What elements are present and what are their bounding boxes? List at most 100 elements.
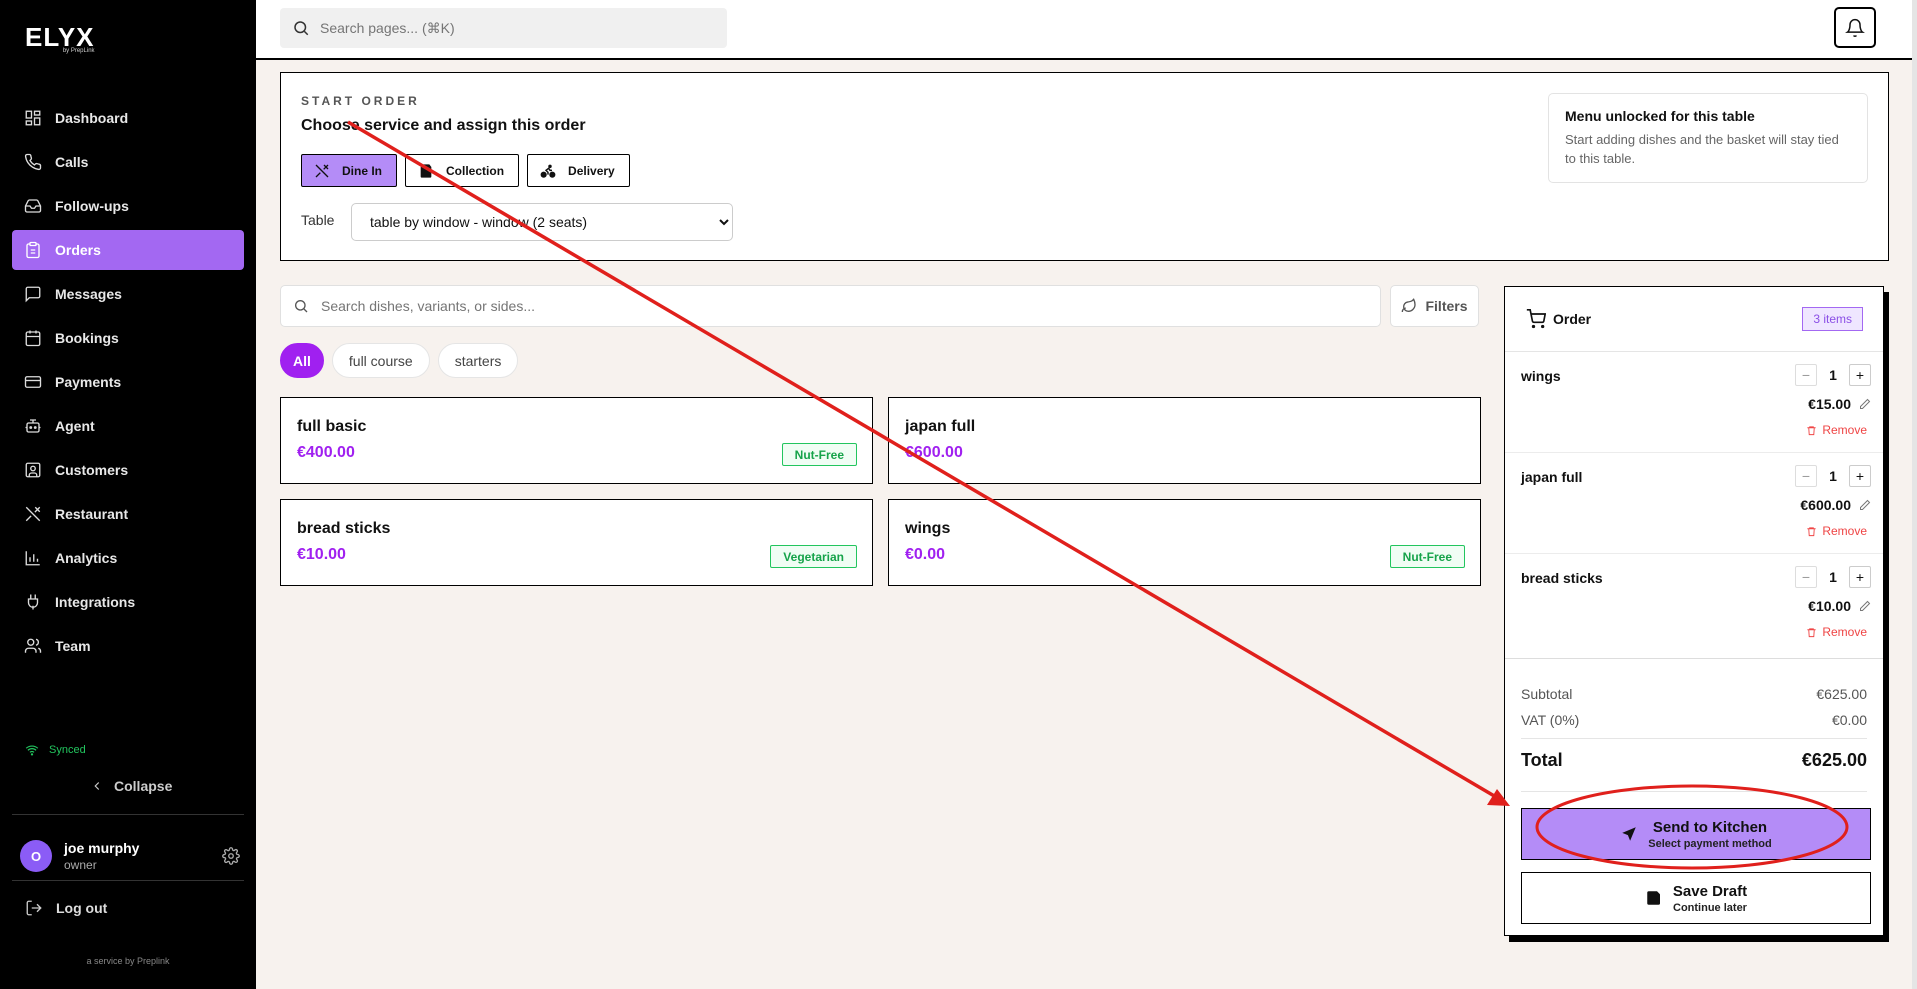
sidebar-item-label: Follow-ups bbox=[55, 198, 129, 214]
sidebar-item-label: Team bbox=[55, 638, 91, 654]
dish-card[interactable]: japan full €600.00 bbox=[888, 397, 1481, 484]
dashboard-icon bbox=[25, 110, 41, 126]
increase-button[interactable]: + bbox=[1849, 364, 1871, 386]
pencil-icon[interactable] bbox=[1859, 600, 1871, 612]
user-profile[interactable]: O joe murphy owner bbox=[20, 840, 240, 872]
logout-button[interactable]: Log out bbox=[25, 899, 107, 917]
notifications-button[interactable] bbox=[1834, 7, 1876, 48]
subtotal-label: Subtotal bbox=[1521, 686, 1573, 702]
user-role: owner bbox=[64, 858, 97, 872]
sidebar-item-customers[interactable]: Customers bbox=[12, 450, 244, 490]
line-name: japan full bbox=[1521, 469, 1583, 485]
service-dine-in-button[interactable]: Dine In bbox=[301, 154, 398, 187]
dish-search-input[interactable] bbox=[321, 298, 1321, 314]
sidebar-item-label: Payments bbox=[55, 374, 122, 390]
collapse-label: Collapse bbox=[114, 778, 173, 794]
gear-icon[interactable] bbox=[222, 847, 240, 865]
dish-name: full basic bbox=[297, 418, 367, 435]
sidebar-item-payments[interactable]: Payments bbox=[12, 362, 244, 402]
sidebar-item-analytics[interactable]: Analytics bbox=[12, 538, 244, 578]
service-delivery-button[interactable]: Delivery bbox=[527, 154, 630, 187]
order-line: wings − 1 + €15.00 Remove bbox=[1505, 352, 1883, 453]
service-collection-button[interactable]: Collection bbox=[405, 154, 520, 187]
page-search[interactable] bbox=[280, 8, 727, 48]
item-count-badge: 3 items bbox=[1802, 307, 1863, 331]
remove-label: Remove bbox=[1822, 625, 1867, 639]
vat-row: VAT (0%) €0.00 bbox=[1521, 712, 1867, 728]
scrollbar[interactable] bbox=[1912, 0, 1917, 989]
search-icon bbox=[295, 300, 308, 313]
quantity-stepper: − 1 + bbox=[1795, 364, 1871, 386]
sidebar-item-calls[interactable]: Calls bbox=[12, 142, 244, 182]
dish-card[interactable]: bread sticks €10.00 Vegetarian bbox=[280, 499, 873, 586]
bike-icon bbox=[540, 164, 556, 178]
remove-button[interactable]: Remove bbox=[1806, 423, 1867, 437]
line-price[interactable]: €10.00 bbox=[1808, 598, 1871, 614]
decrease-button[interactable]: − bbox=[1795, 566, 1817, 588]
robot-icon bbox=[25, 419, 41, 433]
category-chip-full-course[interactable]: full course bbox=[331, 343, 430, 378]
send-to-kitchen-text: Send to Kitchen Select payment method bbox=[1648, 819, 1771, 850]
user-info: joe murphy owner bbox=[64, 840, 139, 872]
dish-card[interactable]: wings €0.00 Nut-Free bbox=[888, 499, 1481, 586]
save-icon bbox=[1647, 891, 1660, 905]
bag-icon bbox=[420, 163, 432, 178]
table-select[interactable]: table by window - window (2 seats) bbox=[351, 203, 733, 241]
filters-button[interactable]: Filters bbox=[1390, 285, 1479, 327]
sidebar-item-bookings[interactable]: Bookings bbox=[12, 318, 244, 358]
line-price[interactable]: €15.00 bbox=[1808, 396, 1871, 412]
service-selector: Dine In Collection Delivery bbox=[301, 154, 638, 187]
sidebar-item-team[interactable]: Team bbox=[12, 626, 244, 666]
collapse-button[interactable]: Collapse bbox=[90, 778, 172, 794]
dietary-badge: Nut-Free bbox=[1389, 545, 1465, 568]
send-to-kitchen-button[interactable]: Send to Kitchen Select payment method bbox=[1521, 808, 1871, 860]
message-icon bbox=[25, 286, 41, 303]
sidebar-item-agent[interactable]: Agent bbox=[12, 406, 244, 446]
page-search-input[interactable] bbox=[320, 20, 700, 36]
send-to-kitchen-label: Send to Kitchen bbox=[1652, 818, 1768, 836]
trash-icon bbox=[1807, 526, 1816, 536]
category-chip-all[interactable]: All bbox=[280, 343, 324, 378]
dish-name: wings bbox=[905, 520, 951, 537]
pencil-icon[interactable] bbox=[1859, 499, 1871, 511]
decrease-button[interactable]: − bbox=[1795, 364, 1817, 386]
dish-card[interactable]: full basic €400.00 Nut-Free bbox=[280, 397, 873, 484]
sidebar-item-label: Integrations bbox=[55, 594, 136, 610]
logout-label: Log out bbox=[56, 900, 108, 916]
sidebar-item-orders[interactable]: Orders bbox=[12, 230, 244, 270]
sidebar-item-dashboard[interactable]: Dashboard bbox=[12, 98, 244, 138]
pencil-icon[interactable] bbox=[1859, 398, 1871, 410]
search-icon bbox=[294, 21, 309, 36]
total-row: Total €625.00 bbox=[1521, 750, 1867, 771]
brand-name: ELYX bbox=[25, 22, 95, 52]
brand-logo[interactable]: ELYX by PrepLink bbox=[25, 24, 95, 54]
sync-status: Synced bbox=[25, 743, 86, 757]
sidebar-item-follow-ups[interactable]: Follow-ups bbox=[12, 186, 244, 226]
dietary-badge: Nut-Free bbox=[781, 443, 857, 466]
save-draft-text: Save Draft Continue later bbox=[1673, 883, 1747, 914]
line-price-value: €600.00 bbox=[1800, 497, 1851, 513]
dish-price: €10.00 bbox=[297, 546, 346, 563]
category-chip-starters[interactable]: starters bbox=[437, 343, 519, 378]
increase-button[interactable]: + bbox=[1849, 566, 1871, 588]
decrease-button[interactable]: − bbox=[1795, 465, 1817, 487]
sidebar: ELYX by PrepLink Dashboard Calls Follow-… bbox=[0, 0, 256, 989]
remove-button[interactable]: Remove bbox=[1806, 524, 1867, 538]
line-price[interactable]: €600.00 bbox=[1800, 497, 1871, 513]
total-label: Total bbox=[1521, 750, 1563, 770]
sidebar-item-restaurant[interactable]: Restaurant bbox=[12, 494, 244, 534]
utensils-icon bbox=[25, 506, 41, 522]
increase-button[interactable]: + bbox=[1849, 465, 1871, 487]
sidebar-item-label: Orders bbox=[55, 242, 101, 258]
sidebar-item-messages[interactable]: Messages bbox=[12, 274, 244, 314]
remove-button[interactable]: Remove bbox=[1806, 625, 1867, 639]
order-line: japan full − 1 + €600.00 Remove bbox=[1505, 453, 1883, 554]
save-draft-button[interactable]: Save Draft Continue later bbox=[1521, 872, 1871, 924]
dish-search[interactable] bbox=[280, 285, 1381, 327]
dish-name: japan full bbox=[905, 418, 976, 435]
sidebar-item-label: Restaurant bbox=[55, 506, 129, 522]
sidebar-item-integrations[interactable]: Integrations bbox=[12, 582, 244, 622]
trash-icon bbox=[1807, 425, 1816, 435]
phone-icon bbox=[24, 153, 42, 171]
category-chips: All full course starters bbox=[280, 343, 526, 378]
